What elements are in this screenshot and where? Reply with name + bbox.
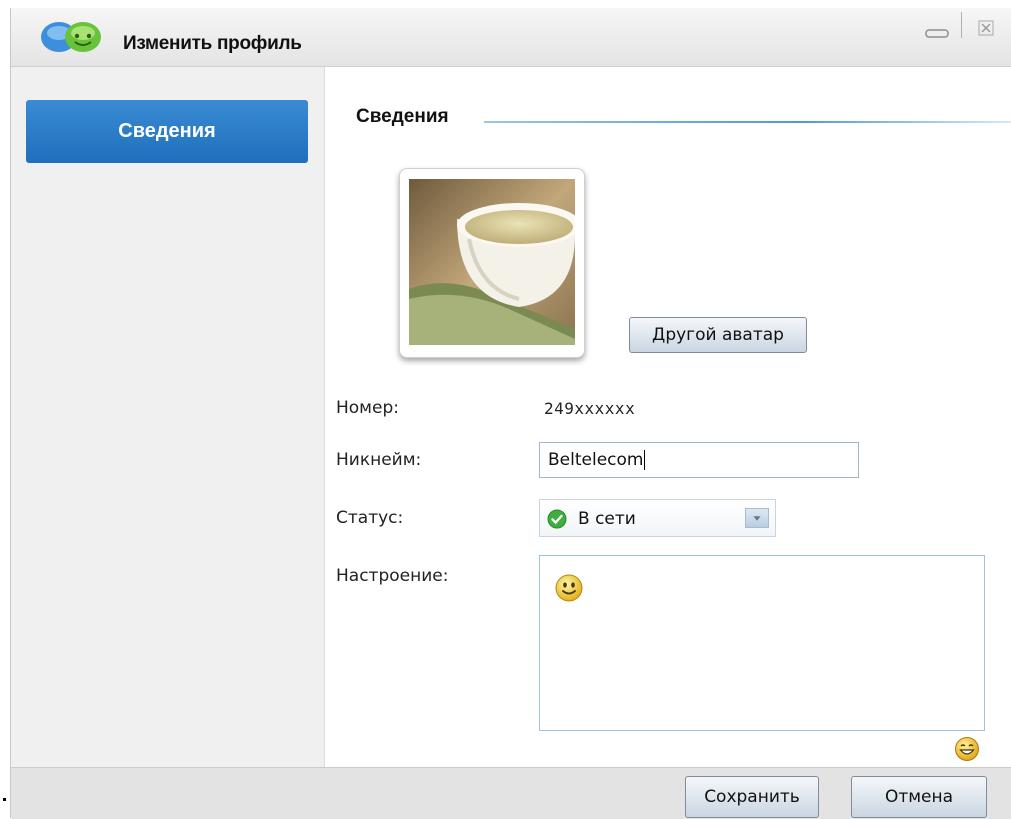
number-label: Номер: (336, 398, 399, 418)
smiley-icon (555, 574, 583, 602)
avatar-frame (399, 168, 585, 358)
title-bar[interactable]: Изменить профиль (11, 8, 1011, 67)
window-title: Изменить профиль (123, 33, 302, 54)
mood-textarea[interactable] (539, 555, 985, 731)
text-caret (644, 450, 646, 470)
mood-label: Настроение: (336, 566, 449, 586)
section-divider (484, 121, 1011, 123)
stray-dot (3, 798, 6, 801)
status-dropdown[interactable]: В сети (539, 499, 776, 537)
edit-profile-window: Изменить профиль Сведения Сведения Друго… (10, 8, 1011, 819)
emoji-picker-icon[interactable] (954, 736, 980, 762)
nickname-label: Никнейм: (336, 450, 422, 470)
avatar-image (409, 179, 575, 345)
minimize-icon[interactable] (921, 12, 955, 42)
close-icon[interactable] (973, 12, 1001, 42)
section-title: Сведения (356, 106, 449, 127)
save-button[interactable]: Сохранить (685, 776, 819, 818)
chevron-down-icon[interactable] (745, 508, 769, 528)
titlebar-separator (961, 12, 962, 38)
sidebar-item-info[interactable]: Сведения (26, 100, 308, 163)
nickname-input[interactable]: Beltelecom (539, 442, 859, 478)
sidebar: Сведения (11, 67, 325, 767)
online-check-icon (547, 509, 567, 529)
status-value: В сети (578, 509, 636, 529)
change-avatar-button[interactable]: Другой аватар (629, 317, 807, 353)
number-value: 249xxxxxx (544, 399, 636, 418)
nickname-value: Beltelecom (548, 450, 644, 470)
chat-bubbles-logo-icon (41, 22, 101, 52)
cancel-button[interactable]: Отмена (851, 776, 987, 818)
status-label: Статус: (336, 508, 404, 528)
